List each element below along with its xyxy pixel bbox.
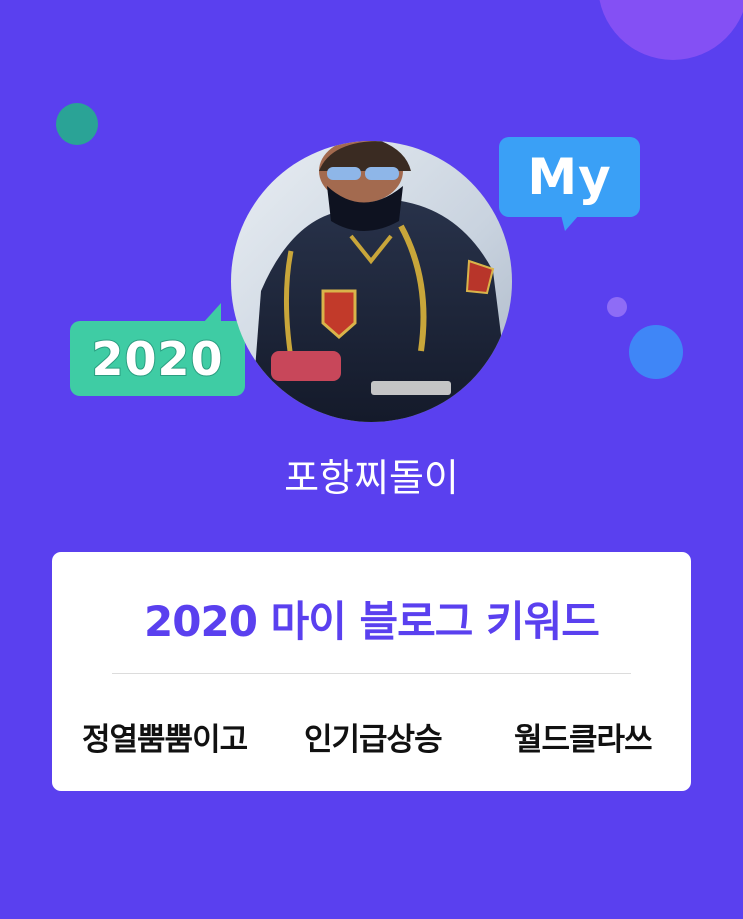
my-bubble-label: My	[527, 148, 612, 206]
decor-circle-corner	[598, 0, 743, 60]
profile-nickname: 포항찌돌이	[284, 456, 459, 500]
my-speech-bubble: My	[499, 137, 640, 231]
keyword-item: 인기급상승	[304, 722, 443, 758]
decor-circle-blue	[629, 325, 683, 379]
keyword-item: 정열뿜뿜이고	[82, 722, 248, 758]
year-bubble-label: 2020	[90, 331, 224, 387]
decor-circle-lilac	[607, 297, 627, 317]
keyword-item: 월드클라쓰	[514, 722, 653, 758]
keyword-card-title: 2020 마이 블로그 키워드	[144, 597, 600, 646]
decor-circle-teal	[56, 103, 98, 145]
year-speech-bubble: 2020	[70, 303, 245, 396]
card-divider	[112, 673, 631, 674]
profile-avatar[interactable]	[231, 141, 512, 422]
profile-photo-icon	[231, 141, 512, 422]
blog-keyword-screen: My 2020 포항찌돌이 2020 마이 블로그 키워드 정열뿜뿜이고 인기급…	[0, 0, 743, 919]
keyword-card: 2020 마이 블로그 키워드 정열뿜뿜이고 인기급상승 월드클라쓰	[52, 552, 691, 791]
